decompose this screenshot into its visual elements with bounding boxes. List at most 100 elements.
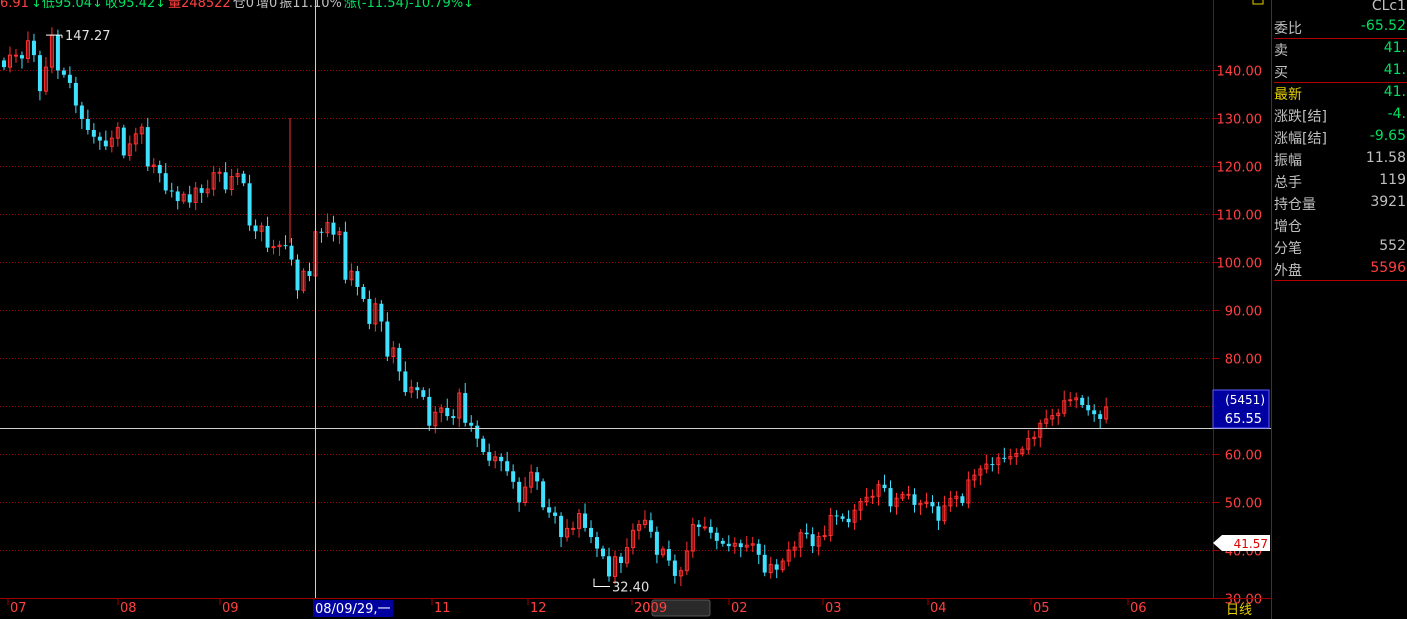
candle-body — [738, 543, 743, 548]
candle-body — [385, 321, 390, 357]
candle-body — [654, 531, 659, 555]
x-tick-label: 12 — [530, 601, 547, 616]
header-segment: 振11.10% — [279, 0, 342, 11]
candle-body — [606, 556, 611, 577]
candle-body — [1080, 397, 1085, 406]
quote-value: 41. — [1383, 84, 1406, 100]
candle-body — [247, 183, 252, 226]
candle-body — [906, 493, 911, 496]
header-segment: 增0 — [256, 0, 278, 11]
candle-body — [810, 534, 815, 547]
candle-body — [702, 526, 707, 529]
quote-value: 41. — [1383, 62, 1406, 78]
candle-body — [241, 173, 246, 184]
candle-body — [1092, 410, 1097, 415]
candle-body — [726, 543, 731, 547]
candles — [2, 27, 1109, 586]
candle-body — [445, 407, 450, 417]
candle-body — [427, 396, 432, 426]
candle-body — [535, 472, 540, 482]
candle-body — [331, 222, 336, 235]
candle-body — [1098, 414, 1103, 419]
low-marker — [593, 578, 610, 587]
quote-label: 卖 — [1274, 43, 1288, 59]
candle-body — [912, 494, 917, 505]
candle-body — [79, 105, 84, 119]
quote-row: 涨跌[结] -4. — [1274, 104, 1407, 126]
quote-row: 外盘 5596 — [1274, 258, 1407, 281]
candle-body — [397, 347, 402, 372]
candle-body — [271, 246, 276, 249]
candle-body — [708, 526, 713, 533]
candle-body — [589, 527, 594, 538]
candle-body — [499, 456, 504, 462]
candle-body — [265, 226, 270, 248]
candle-body — [91, 130, 96, 137]
high-label: 147.27 — [65, 29, 111, 44]
candle-body — [541, 481, 546, 508]
quote-row: 总手 119 — [1274, 170, 1407, 192]
quote-label: 涨跌[结] — [1274, 109, 1327, 125]
candle-body — [343, 231, 348, 280]
candle-body — [103, 140, 108, 147]
candle-body — [1002, 457, 1007, 459]
candle-body — [505, 461, 510, 472]
quote-label: 涨幅[结] — [1274, 131, 1327, 147]
candle-body — [199, 188, 204, 193]
candle-body — [882, 484, 887, 489]
quote-label: 外盘 — [1274, 263, 1302, 279]
candle-body — [307, 271, 312, 276]
quote-row: 涨幅[结] -9.65 — [1274, 126, 1407, 148]
candle-body — [367, 298, 372, 324]
quote-row: 分笔 552 — [1274, 236, 1407, 258]
candle-body — [463, 393, 468, 423]
candle-body — [67, 74, 72, 83]
low-label: 32.40 — [612, 580, 649, 595]
candle-body — [2, 60, 6, 68]
candle-body — [451, 416, 456, 418]
candle-body — [217, 171, 222, 174]
candle-body — [97, 136, 102, 141]
x-tick-label: 11 — [434, 601, 451, 616]
quote-value: -4. — [1387, 106, 1406, 122]
candle-body — [601, 548, 605, 557]
x-tick-label: 07 — [10, 601, 27, 616]
candle-body — [469, 422, 474, 426]
y-tick-label: 100.00 — [1217, 257, 1263, 272]
quote-row: 振幅 11.58 — [1274, 148, 1407, 170]
candle-body — [61, 70, 66, 75]
candle-body — [481, 438, 486, 453]
candle-body — [846, 518, 851, 523]
candle-body — [618, 556, 623, 563]
toggle-box-icon — [1252, 0, 1264, 5]
candle-body — [121, 127, 126, 156]
y-tick-label: 90.00 — [1225, 305, 1262, 320]
candle-body — [223, 172, 228, 190]
candle-body — [295, 259, 300, 291]
quote-row: 增仓 — [1274, 214, 1407, 236]
y-tick-label: 60.00 — [1225, 449, 1262, 464]
y-tick-label: 50.00 — [1225, 497, 1262, 512]
header-segment: 涨(-11.54)-10.79%↓ — [343, 0, 475, 11]
quote-label: 增仓 — [1274, 219, 1302, 235]
candle-body — [31, 40, 36, 56]
candle-body — [1086, 405, 1091, 411]
candle-body — [714, 532, 719, 541]
annotations: 147.27 32.40 — [46, 29, 649, 595]
candle-body — [1068, 399, 1073, 402]
crosshair-price-label: 65.55 — [1225, 412, 1262, 427]
candle-body — [774, 564, 779, 570]
candle-body — [73, 82, 78, 106]
quote-label: 振幅 — [1274, 153, 1302, 169]
x-tick-label: 04 — [930, 601, 947, 616]
candle-body — [672, 560, 677, 576]
candle-body — [511, 471, 516, 482]
header-segment: 收95.42↓ — [104, 0, 167, 11]
quote-row: 最新 41. — [1274, 82, 1407, 104]
candle-body — [85, 118, 90, 130]
symbol-title: CLc1 — [1371, 0, 1406, 14]
x-tick-label: 02 — [731, 601, 748, 616]
crosshair-date-label: 08/09/29,一 — [315, 602, 391, 617]
candle-body — [283, 245, 288, 247]
candle-body — [403, 371, 408, 393]
